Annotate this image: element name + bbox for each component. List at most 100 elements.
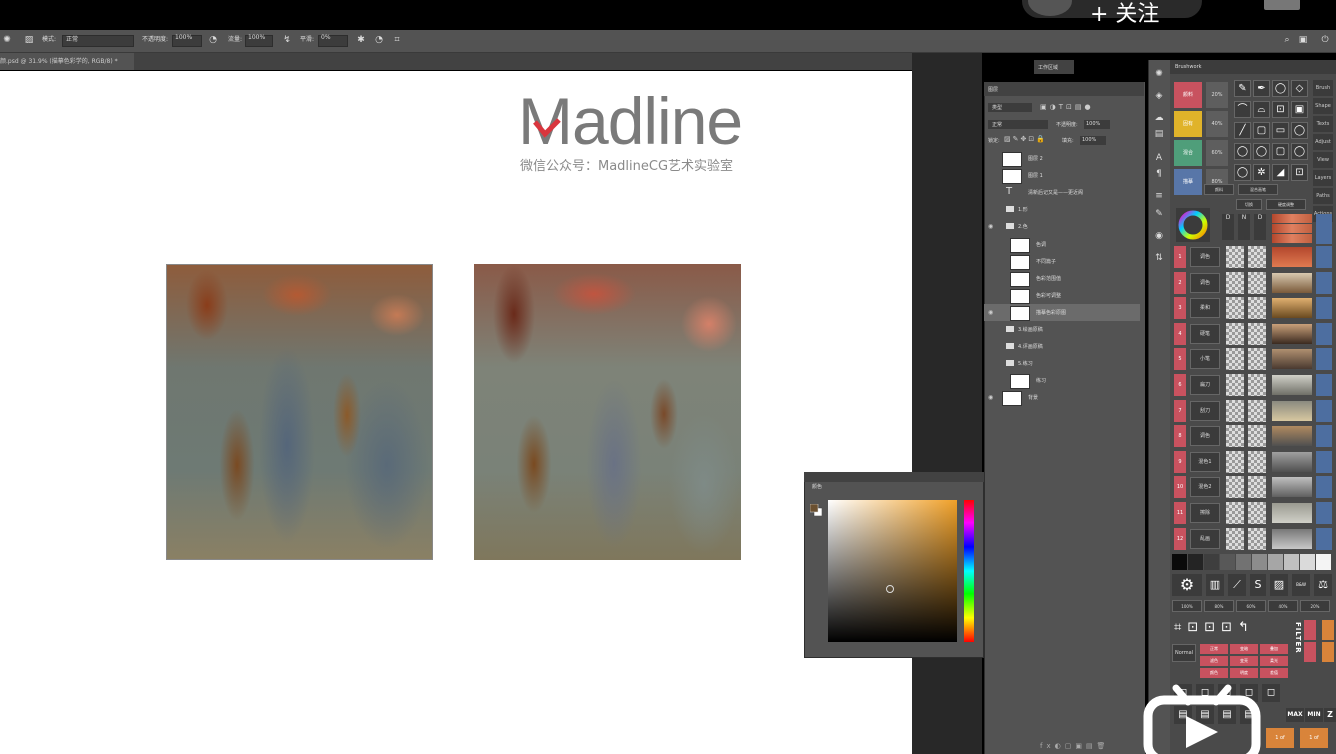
color-panel-header[interactable] (804, 472, 984, 482)
brush-label-btn-4[interactable]: 硬度调整 (1266, 199, 1306, 210)
max-button[interactable]: MAX (1286, 708, 1304, 722)
brush-tool-icon[interactable]: ⊡ (1291, 164, 1308, 181)
brush-number-badge[interactable]: 4 (1174, 322, 1186, 345)
brush-color-pct[interactable]: 40% (1206, 111, 1228, 137)
layer-row[interactable]: 图层 1 (984, 167, 1140, 185)
brush-preview-swatch[interactable] (1248, 246, 1266, 268)
brush-preview-swatch[interactable] (1248, 425, 1266, 448)
brush-side-slot[interactable] (1316, 271, 1332, 294)
properties-icon[interactable]: ≡ (1153, 190, 1165, 202)
brush-side-button[interactable]: Layers (1313, 170, 1333, 186)
layers-footer-icons[interactable]: fx◐▢▣▤🗑 (1040, 742, 1109, 750)
brush-color-button[interactable]: 混合 (1174, 140, 1202, 166)
brush-number-badge[interactable]: 1 (1174, 246, 1186, 268)
density-icon[interactable]: D (1254, 214, 1266, 240)
brush-tool-icon[interactable]: ▭ (1272, 122, 1289, 139)
brush-preview-swatch[interactable] (1226, 476, 1244, 499)
brush-number-badge[interactable]: 2 (1174, 271, 1186, 294)
paragraph-icon[interactable]: ¶ (1153, 168, 1165, 180)
grey-swatch[interactable] (1220, 554, 1235, 570)
brush-color-button[interactable]: 固有 (1174, 111, 1202, 137)
layers-panel-header[interactable] (984, 82, 1144, 96)
brush-preview-swatch[interactable] (1226, 425, 1244, 448)
opacity-percent-button[interactable]: 100% (1172, 600, 1202, 612)
filter-side-btn-2[interactable] (1304, 642, 1316, 662)
brush-color-pct[interactable]: 60% (1206, 140, 1228, 166)
opacity-percent-button[interactable]: 60% (1236, 600, 1266, 612)
layer-mode-icon[interactable]: ◻ (1262, 684, 1280, 702)
grey-swatch[interactable] (1268, 554, 1283, 570)
opacity-percent-button[interactable]: 40% (1268, 600, 1298, 612)
brush-preset-button[interactable]: 乱画 (1190, 528, 1220, 549)
fg-bg-swatch-icon[interactable] (810, 504, 822, 516)
dodge-icon[interactable]: D (1222, 214, 1234, 240)
brush-tool-icon[interactable]: ◯ (1272, 80, 1289, 97)
layer-row[interactable]: 色彩范围值 (984, 270, 1140, 287)
brush-preset-button[interactable]: 扁刀 (1190, 375, 1220, 395)
brush-label-btn-2[interactable]: 混合画笔 (1238, 184, 1278, 195)
visibility-eye-icon[interactable]: ◉ (988, 394, 993, 401)
layer-row[interactable]: 色调 (984, 236, 1140, 253)
blend-mode-button[interactable]: 变亮 (1230, 656, 1258, 666)
brush-tool-icon[interactable]: ◯ (1234, 143, 1251, 160)
layer-row[interactable]: ◉ 描摹色彩原图 (984, 303, 1140, 321)
brush-preview-swatch[interactable] (1226, 374, 1244, 396)
filter-side-btn-4[interactable] (1322, 642, 1334, 662)
brush-preview-swatch[interactable] (1248, 399, 1266, 422)
brush-side-button[interactable]: View (1313, 152, 1333, 168)
grey-swatch[interactable] (1300, 554, 1315, 570)
brush-preview-swatch[interactable] (1226, 297, 1244, 320)
brush-tool-icon[interactable]: ◯ (1291, 143, 1308, 160)
brush-preview-swatch[interactable] (1226, 399, 1244, 422)
brush-settings-icon[interactable]: ◈ (1153, 90, 1165, 102)
grey-swatch[interactable] (1284, 554, 1299, 570)
filter-shape-icons[interactable]: ⌗⊡⊡⊡↰ (1174, 620, 1255, 635)
brush-color-button[interactable]: 颜料 (1174, 82, 1202, 108)
brush-side-slot[interactable] (1316, 246, 1332, 268)
blend-mode-button[interactable]: 差值 (1260, 668, 1288, 678)
blend-mode-button[interactable]: 柔光 (1260, 656, 1288, 666)
z-button[interactable]: Z (1324, 708, 1336, 722)
grey-swatch[interactable] (1188, 554, 1203, 570)
brush-preview-swatch[interactable] (1248, 374, 1266, 396)
brush-texture-preview[interactable] (1272, 323, 1312, 344)
visibility-eye-icon[interactable]: ◉ (988, 309, 993, 316)
brush-tool-icon[interactable]: ╱ (1234, 122, 1251, 139)
brush-preview-swatch[interactable] (1248, 502, 1266, 524)
brush-tool-icon[interactable]: ✒ (1253, 80, 1270, 97)
brush-side-button[interactable]: Shape (1313, 98, 1333, 114)
brush-number-badge[interactable]: 10 (1174, 476, 1186, 499)
brush-texture-preview[interactable] (1272, 426, 1312, 447)
brush-tool-icon[interactable]: ◢ (1272, 164, 1289, 181)
history-icon[interactable]: ▤ (1153, 128, 1165, 140)
grey-swatch[interactable] (1172, 554, 1187, 570)
brush-preview-swatch[interactable] (1248, 527, 1266, 550)
brush-tool-icon[interactable]: ⌓ (1253, 101, 1270, 118)
brush-side-slot[interactable] (1316, 399, 1332, 422)
brush-side-slot[interactable] (1316, 476, 1332, 499)
layer-filter-icons[interactable]: ▣◑T⊡▤● (1040, 103, 1094, 111)
airbrush-icon[interactable]: ↯ (282, 35, 292, 45)
filter-side-btn-3[interactable] (1322, 620, 1334, 640)
balance-icon[interactable]: ⚖ (1314, 574, 1332, 596)
layer-row[interactable]: ◉ 2.色 (984, 218, 1140, 235)
brush-preview-swatch[interactable] (1248, 348, 1266, 371)
levels-icon[interactable]: ▥ (1206, 574, 1224, 596)
brush-tool-icon[interactable]: ◇ (1291, 80, 1308, 97)
brush-tool-icon[interactable]: ▢ (1272, 143, 1289, 160)
brush-texture-preview[interactable] (1272, 349, 1312, 370)
brush-texture-preview[interactable] (1272, 247, 1312, 267)
brush-tool-icon[interactable]: ◯ (1234, 164, 1251, 181)
brush-preset-button[interactable]: 调色 (1190, 247, 1220, 267)
curves-icon[interactable]: ⟋ (1228, 574, 1246, 596)
layer-row[interactable]: T 清新后记又是——更近阁 (984, 184, 1140, 201)
brush-side-button[interactable]: Paths (1313, 188, 1333, 204)
brush-preset-button[interactable]: 小笔 (1190, 349, 1220, 370)
brush-texture-preview[interactable] (1272, 272, 1312, 293)
brush-number-badge[interactable]: 7 (1174, 399, 1186, 422)
brush-side-slot[interactable] (1316, 348, 1332, 371)
document-canvas[interactable] (0, 71, 912, 754)
brush-texture-preview[interactable] (1272, 503, 1312, 523)
layer-row[interactable]: 色彩可调整 (984, 287, 1140, 304)
grey-swatch[interactable] (1252, 554, 1267, 570)
